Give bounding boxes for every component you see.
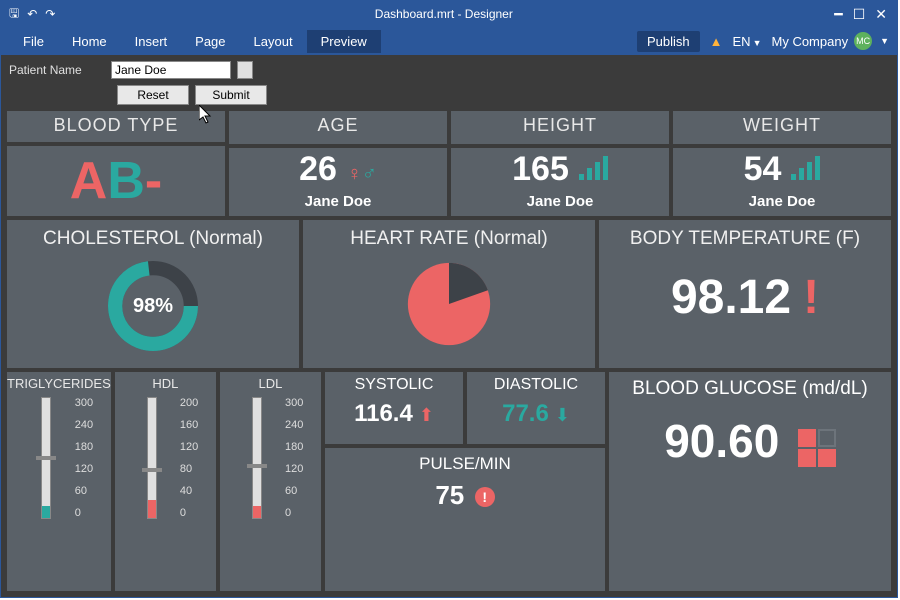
avatar: MC xyxy=(854,32,872,50)
glucose-card: BLOOD GLUCOSE (md/dL) 90.60 xyxy=(609,372,891,591)
tab-layout[interactable]: Layout xyxy=(240,30,307,53)
tab-insert[interactable]: Insert xyxy=(121,30,182,53)
dashboard: BLOOD TYPE AB- AGE 26 ♀♂ Jane Doe xyxy=(1,107,897,597)
diastolic-value: 77.6 xyxy=(502,400,549,428)
patient-dropdown-icon[interactable]: ▾ xyxy=(237,61,253,79)
cholesterol-card: CHOLESTEROL (Normal) 98% xyxy=(7,220,299,368)
parameter-bar: Patient Name ▾ Reset Submit xyxy=(1,55,897,107)
submit-button[interactable]: Submit xyxy=(195,85,267,105)
bell-icon[interactable]: ▲ xyxy=(710,34,723,49)
temperature-value: 98.12 xyxy=(671,270,791,325)
triglycerides-card: TRIGLYCERIDES 300240180120600 xyxy=(7,372,111,591)
redo-icon[interactable]: ↷ xyxy=(45,7,55,21)
reset-button[interactable]: Reset xyxy=(117,85,189,105)
age-value: 26 xyxy=(299,150,337,189)
systolic-card: SYSTOLIC 116.4⬆ xyxy=(325,372,463,444)
patient-name-input[interactable] xyxy=(111,61,231,79)
tab-home[interactable]: Home xyxy=(58,30,121,53)
bars-icon xyxy=(579,156,608,180)
height-value: 165 xyxy=(512,150,569,189)
heart-rate-card: HEART RATE (Normal) xyxy=(303,220,595,368)
weight-sub: Jane Doe xyxy=(673,189,891,216)
height-header: HEIGHT xyxy=(451,111,669,144)
arrow-up-icon: ⬆ xyxy=(419,405,434,425)
grid-icon xyxy=(798,429,836,467)
tab-preview[interactable]: Preview xyxy=(307,30,381,53)
pulse-card: PULSE/MIN 75 ! xyxy=(325,448,605,591)
save-icon[interactable]: 🖫 xyxy=(9,4,19,25)
warning-icon: ! xyxy=(803,270,819,325)
people-icon: ♀♂ xyxy=(347,163,377,186)
blood-type-value: AB- xyxy=(7,146,225,216)
systolic-value: 116.4 xyxy=(354,400,413,428)
tab-file[interactable]: File xyxy=(9,30,58,53)
tab-page[interactable]: Page xyxy=(181,30,239,53)
ldl-card: LDL 300240180120600 xyxy=(220,372,321,591)
alert-icon: ! xyxy=(475,487,495,507)
pulse-value: 75 xyxy=(435,480,464,510)
param-label: Patient Name xyxy=(9,63,105,77)
weight-header: WEIGHT xyxy=(673,111,891,144)
cholesterol-gauge: 98% xyxy=(103,256,203,356)
lang-selector[interactable]: EN▼ xyxy=(733,34,762,49)
bars-icon xyxy=(791,156,820,180)
menubar: File Home Insert Page Layout Preview Pub… xyxy=(1,27,897,55)
glucose-value: 90.60 xyxy=(664,400,779,468)
publish-button[interactable]: Publish xyxy=(637,31,700,52)
weight-value: 54 xyxy=(744,150,782,189)
hdl-card: HDL 20016012080400 xyxy=(115,372,216,591)
arrow-down-icon: ⬇ xyxy=(555,405,570,425)
height-sub: Jane Doe xyxy=(451,189,669,216)
window-title: Dashboard.mrt - Designer xyxy=(63,7,824,21)
age-header: AGE xyxy=(229,111,447,144)
diastolic-card: DIASTOLIC 77.6⬇ xyxy=(467,372,605,444)
undo-icon[interactable]: ↶ xyxy=(27,7,37,21)
app-window: 🖫 ↶ ↷ Dashboard.mrt - Designer ━ ☐ ✕ Fil… xyxy=(0,0,898,598)
temperature-card: BODY TEMPERATURE (F) 98.12 ! xyxy=(599,220,891,368)
maximize-icon[interactable]: ☐ xyxy=(853,6,866,23)
minimize-icon[interactable]: ━ xyxy=(834,6,842,23)
blood-type-header: BLOOD TYPE xyxy=(7,111,225,142)
company-menu[interactable]: My Company MC ▼ xyxy=(772,32,890,50)
age-sub: Jane Doe xyxy=(229,189,447,216)
titlebar: 🖫 ↶ ↷ Dashboard.mrt - Designer ━ ☐ ✕ xyxy=(1,1,897,27)
heart-pie-icon xyxy=(401,256,497,352)
close-icon[interactable]: ✕ xyxy=(875,6,887,23)
